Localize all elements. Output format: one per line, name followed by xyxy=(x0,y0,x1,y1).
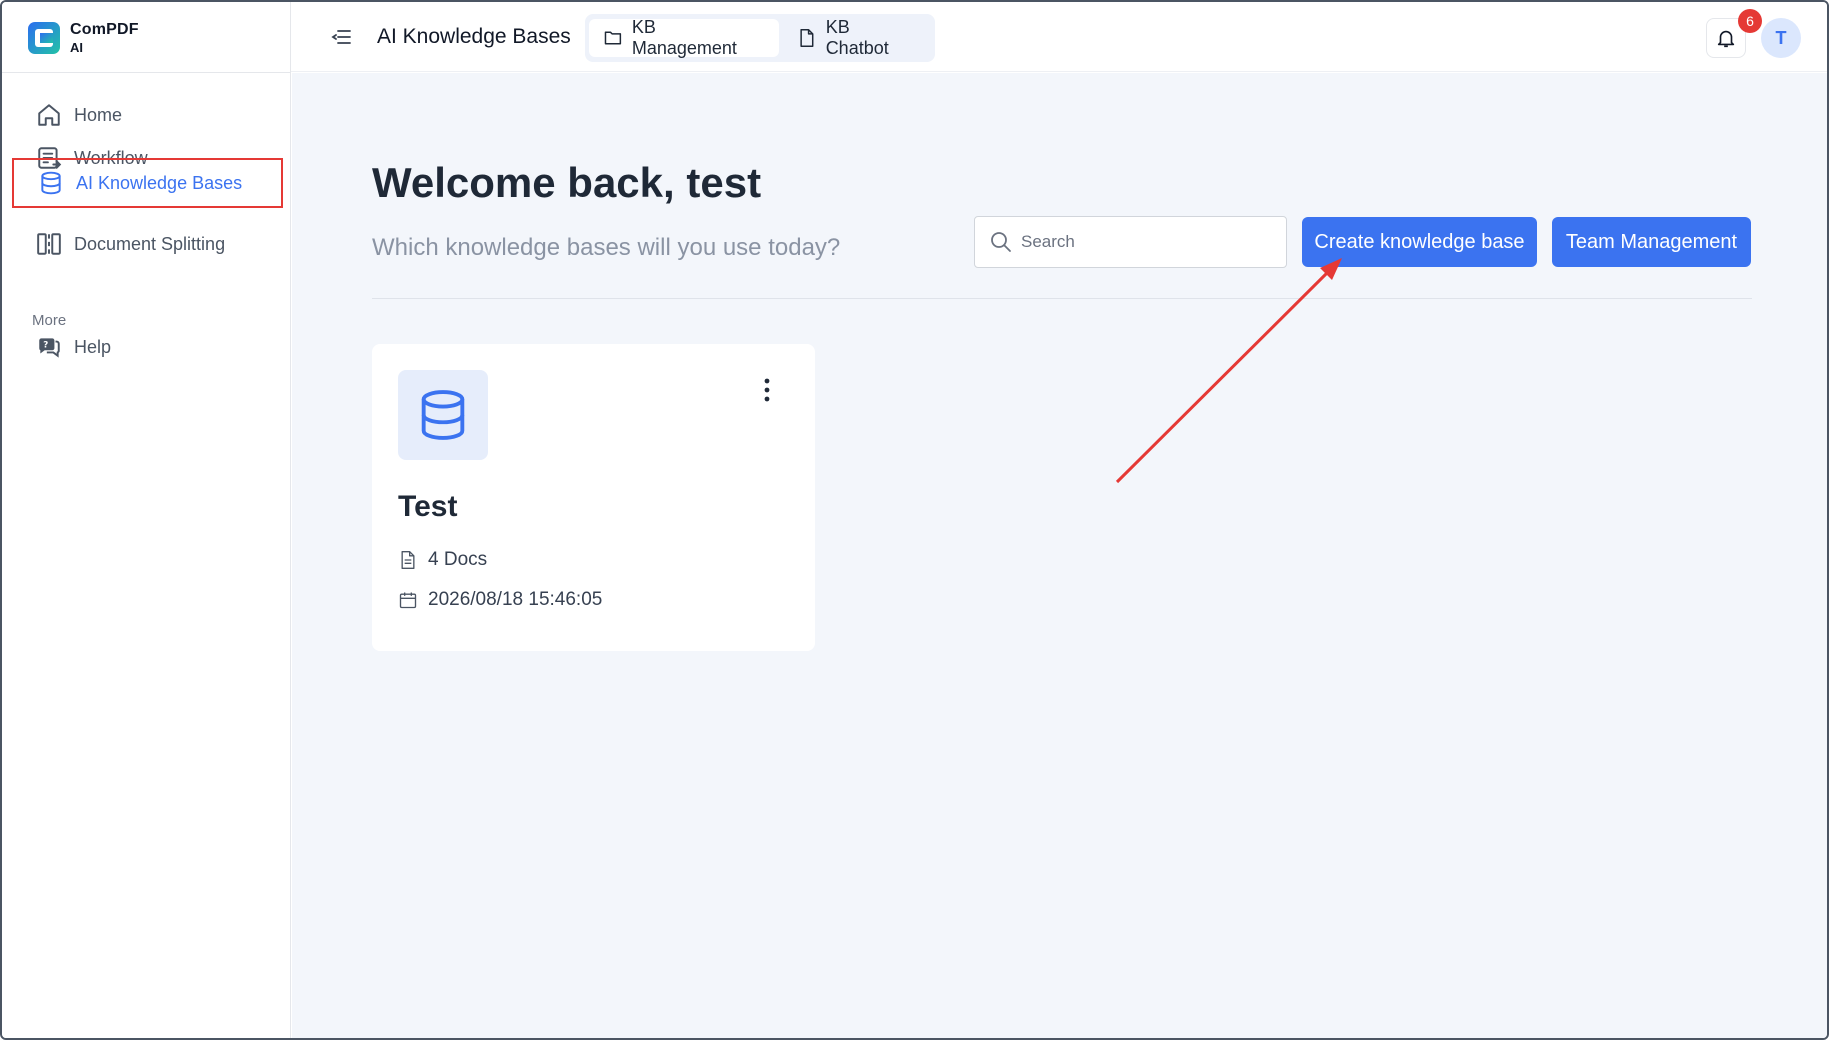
app-logo[interactable]: ComPDF AI xyxy=(26,20,139,56)
card-doc-count: 4 Docs xyxy=(398,549,487,571)
card-icon xyxy=(398,370,488,460)
folder-icon xyxy=(604,31,622,45)
collapse-menu-icon[interactable] xyxy=(331,26,353,48)
split-icon xyxy=(37,233,61,255)
more-vertical-icon xyxy=(764,378,770,402)
avatar[interactable]: T xyxy=(1761,18,1801,58)
search-box[interactable] xyxy=(974,216,1287,268)
card-date: 2026/08/18 15:46:05 xyxy=(398,589,602,611)
create-knowledge-base-button[interactable]: Create knowledge base xyxy=(1302,217,1537,267)
sidebar-divider xyxy=(2,72,291,73)
svg-text:?: ? xyxy=(43,341,48,351)
team-management-button[interactable]: Team Management xyxy=(1552,217,1751,267)
brand-name: ComPDF xyxy=(70,21,139,38)
tab-group: KB Management KB Chatbot xyxy=(585,14,935,62)
sidebar-item-label: AI Knowledge Bases xyxy=(76,172,243,193)
sidebar-item-document-splitting[interactable]: Document Splitting xyxy=(12,219,283,269)
main-content: Welcome back, test Which knowledge bases… xyxy=(292,73,1827,1038)
app-window: ComPDF AI Home Workflow AI Knowledge Bas… xyxy=(0,0,1829,1040)
bell-icon xyxy=(1717,30,1735,48)
brand-sub: AI xyxy=(70,40,83,55)
search-input[interactable] xyxy=(1021,232,1261,252)
top-bar: AI Knowledge Bases KB Management KB Chat… xyxy=(291,2,1827,72)
tab-label: KB Management xyxy=(631,17,737,58)
database-icon xyxy=(41,171,61,195)
sidebar: ComPDF AI Home Workflow AI Knowledge Bas… xyxy=(2,2,291,1038)
notification-badge: 6 xyxy=(1738,9,1762,33)
welcome-subtitle: Which knowledge bases will you use today… xyxy=(372,234,841,261)
knowledge-base-card[interactable]: Test 4 Docs 2026/08/18 15:46:05 xyxy=(372,344,815,651)
calendar-icon xyxy=(399,592,417,609)
sidebar-item-label: Help xyxy=(74,336,112,357)
home-icon xyxy=(38,104,60,126)
content-divider xyxy=(372,298,1752,299)
date-text: 2026/08/18 15:46:05 xyxy=(428,589,603,610)
help-icon: ? xyxy=(39,338,60,358)
sidebar-item-ai-knowledge-bases[interactable]: AI Knowledge Bases xyxy=(12,158,283,208)
tab-kb-management[interactable]: KB Management xyxy=(589,17,779,58)
sidebar-item-help[interactable]: ? Help xyxy=(12,322,283,372)
welcome-heading: Welcome back, test xyxy=(372,159,762,206)
doc-count-text: 4 Docs xyxy=(428,549,488,570)
sidebar-item-label: Document Splitting xyxy=(74,233,226,254)
compdf-logo-icon xyxy=(28,22,60,54)
document-icon xyxy=(401,551,415,569)
tab-label: KB Chatbot xyxy=(825,17,889,58)
sidebar-item-label: Home xyxy=(74,104,123,125)
card-title: Test xyxy=(398,490,458,523)
document-icon xyxy=(800,28,814,48)
card-more-menu[interactable] xyxy=(752,372,782,408)
search-icon xyxy=(991,232,1011,252)
page-title: AI Knowledge Bases xyxy=(377,25,571,48)
tab-kb-chatbot[interactable]: KB Chatbot xyxy=(783,17,931,58)
database-icon xyxy=(421,390,465,440)
